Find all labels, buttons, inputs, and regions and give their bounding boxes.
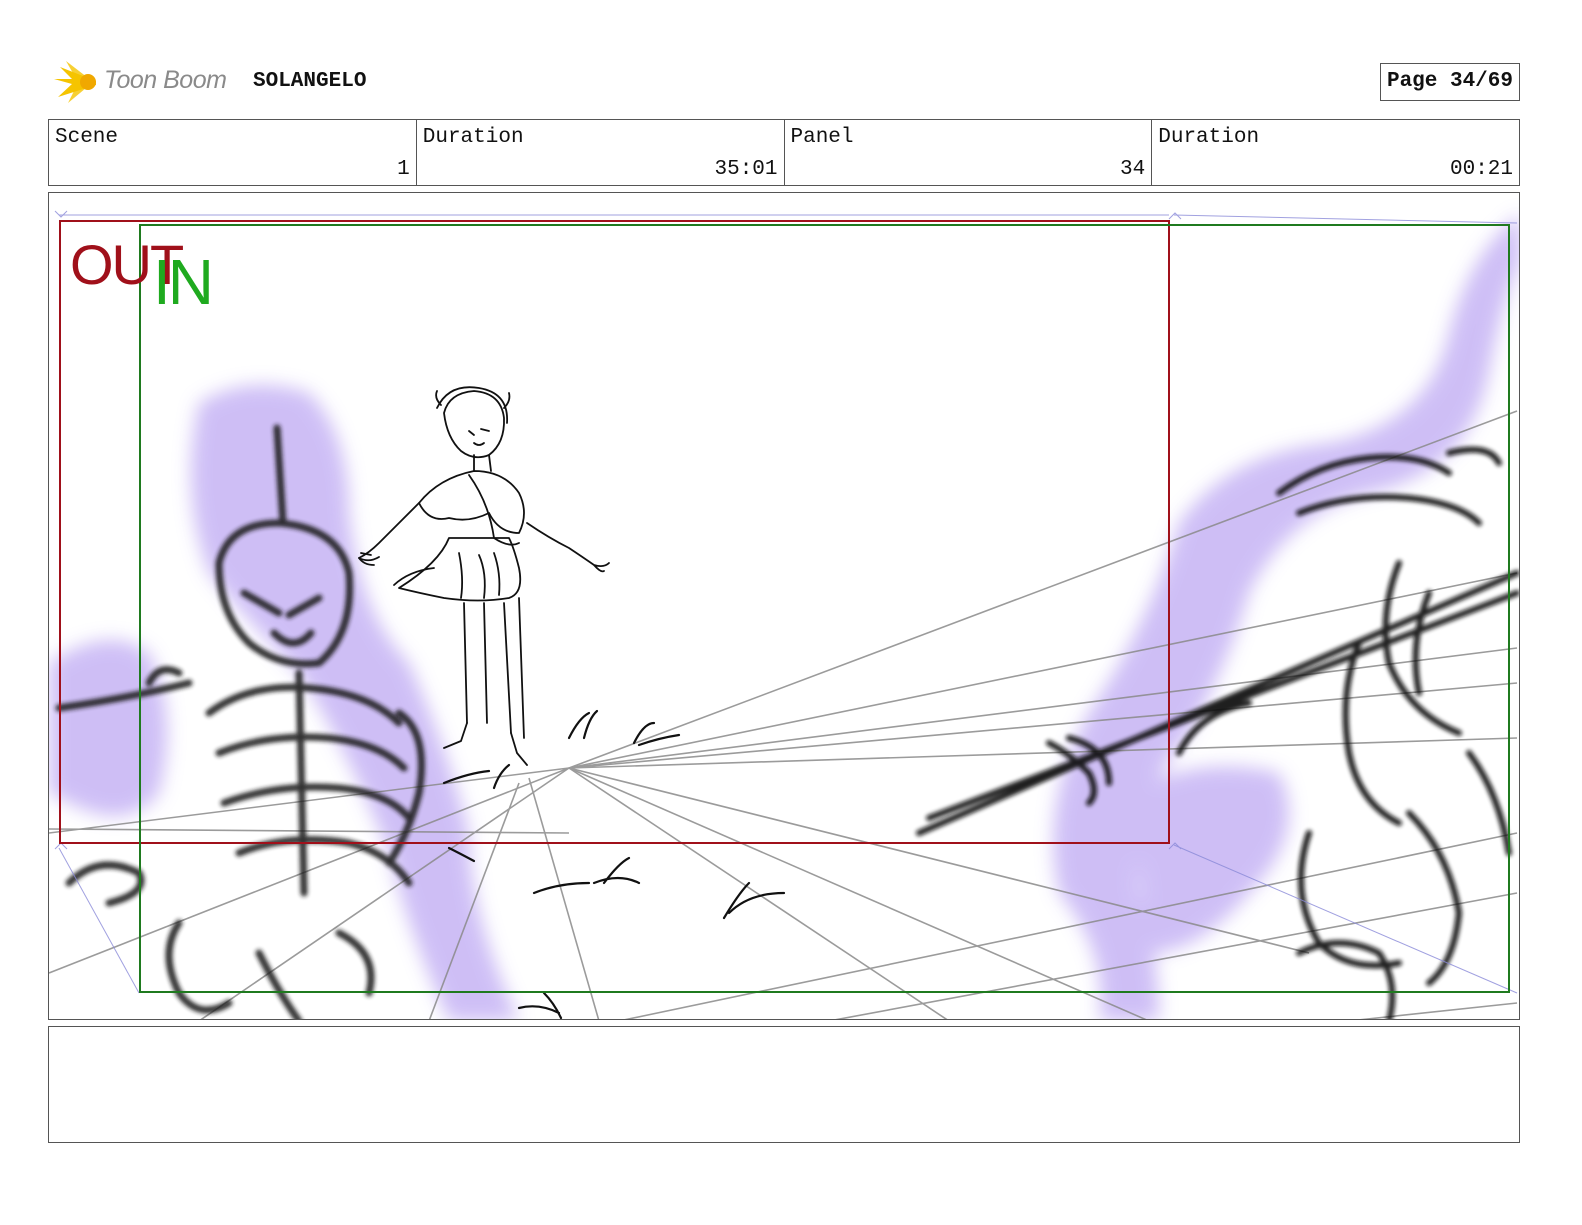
project-title: SOLANGELO — [253, 70, 367, 93]
panel-cell: Panel 34 — [785, 120, 1153, 185]
scene-duration-label: Duration — [422, 126, 524, 149]
scene-value: 1 — [397, 158, 410, 181]
scene-duration-cell: Duration 35:01 — [417, 120, 785, 185]
toon-boom-logo-icon — [54, 61, 96, 103]
page-indicator: Page 34/69 — [1379, 63, 1520, 101]
storyboard-panel-image: OUT IN — [48, 192, 1520, 1020]
storyboard-sketch — [49, 210, 1519, 1019]
scene-label: Scene — [55, 126, 119, 149]
scene-cell: Scene 1 — [49, 120, 417, 185]
panel-duration-cell: Duration 00:21 — [1152, 120, 1519, 185]
panel-duration-value: 00:21 — [1449, 158, 1513, 181]
panel-info-table: Scene 1 Duration 35:01 Panel 34 Duration… — [48, 119, 1520, 186]
panel-label: Panel — [790, 126, 854, 149]
scene-duration-value: 35:01 — [714, 158, 778, 181]
brand-name: Toon Boom — [104, 66, 227, 94]
panel-duration-label: Duration — [1158, 126, 1260, 149]
panel-notes-box — [48, 1026, 1520, 1143]
page-header: Toon Boom SOLANGELO Page 34/69 — [48, 52, 1520, 110]
in-frame-label: IN — [153, 246, 214, 318]
panel-value: 34 — [1120, 158, 1146, 181]
